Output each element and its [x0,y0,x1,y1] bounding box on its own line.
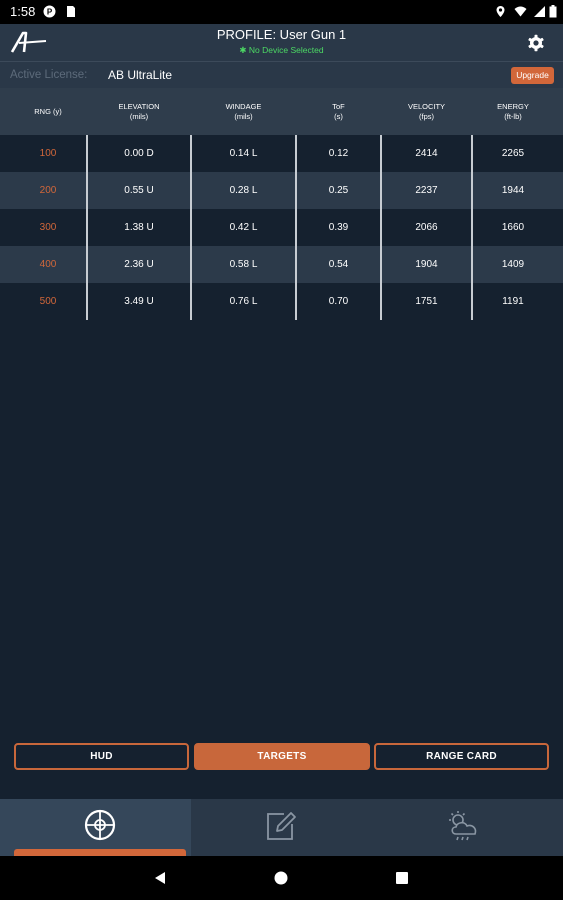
gear-icon[interactable] [527,34,545,52]
table-row[interactable]: 500 3.49 U 0.76 L 0.70 1751 1191 [0,283,563,320]
column-divider [190,135,192,320]
range-cell: 400 [39,259,57,270]
table-row[interactable]: 400 2.36 U 0.58 L 0.54 1904 1409 [0,246,563,283]
hud-button[interactable]: HUD [14,743,189,770]
bottom-nav [0,799,563,856]
nav-tab-solver[interactable] [0,799,191,856]
tof-cell: 0.70 [328,296,349,307]
velocity-cell: 1751 [415,296,438,307]
targets-button[interactable]: TARGETS [194,743,370,770]
app-bar: PROFILE: User Gun 1 ✱ No Device Selected [0,24,563,61]
elevation-cell: 0.00 D [124,148,154,159]
table-header: RNG (y) ELEVATION (mils) WINDAGE (mils) … [0,88,563,135]
range-cell: 300 [39,222,57,233]
crosshair-icon [84,809,116,841]
windage-cell: 0.42 L [229,222,258,233]
tof-cell: 0.25 [328,185,349,196]
nav-tab-weather[interactable] [372,799,563,856]
windage-cell: 0.58 L [229,259,258,270]
elevation-cell: 2.36 U [124,259,154,270]
bluetooth-icon: ✱ [239,45,247,55]
column-divider [86,135,88,320]
energy-cell: 1191 [502,296,524,307]
wifi-icon [514,6,527,17]
column-divider [471,135,473,320]
range-cell: 100 [39,148,57,159]
table-row[interactable]: 200 0.55 U 0.28 L 0.25 2237 1944 [0,172,563,209]
system-nav-bar [0,856,563,900]
header-velocity: VELOCITY (fps) [407,101,446,121]
license-label: Active License: [10,69,88,81]
header-energy: ENERGY (ft-lb) [497,101,529,121]
tof-cell: 0.12 [328,148,349,159]
home-icon[interactable] [274,871,288,885]
header-range: RNG (y) [34,106,62,116]
velocity-cell: 2066 [415,222,438,233]
energy-cell: 1660 [501,222,525,233]
header-windage: WINDAGE (mils) [225,101,262,121]
windage-cell: 0.76 L [229,296,258,307]
tof-cell: 0.39 [328,222,349,233]
energy-cell: 1409 [501,259,525,270]
p-notification-icon: P [43,5,56,18]
windage-cell: 0.28 L [229,185,258,196]
profile-title[interactable]: PROFILE: User Gun 1 [0,27,563,42]
tof-cell: 0.54 [328,259,349,270]
elevation-cell: 0.55 U [124,185,154,196]
edit-icon [267,812,296,840]
velocity-cell: 2237 [415,185,438,196]
velocity-cell: 2414 [415,148,438,159]
weather-icon [449,811,477,841]
license-bar: Active License: AB UltraLite Upgrade [0,61,563,89]
sim-card-icon [67,6,75,17]
table-row[interactable]: 300 1.38 U 0.42 L 0.39 2066 1660 [0,209,563,246]
column-divider [295,135,297,320]
elevation-cell: 3.49 U [124,296,154,307]
active-tab-indicator [14,849,186,856]
license-value: AB UltraLite [108,68,173,82]
back-icon[interactable] [153,871,167,885]
range-card-button[interactable]: RANGE CARD [374,743,549,770]
upgrade-button[interactable]: Upgrade [511,67,554,84]
header-elevation: ELEVATION (mils) [118,101,160,121]
column-divider [380,135,382,320]
device-status: ✱ No Device Selected [0,45,563,56]
range-cell: 500 [39,296,57,307]
windage-cell: 0.14 L [229,148,258,159]
device-status-label: No Device Selected [248,45,324,55]
battery-icon [549,5,557,18]
table-row[interactable]: 100 0.00 D 0.14 L 0.12 2414 2265 [0,135,563,172]
header-tof: ToF (s) [332,101,345,121]
nav-tab-edit[interactable] [191,799,372,856]
location-icon [496,6,505,17]
range-cell: 200 [39,185,57,196]
energy-cell: 1944 [501,185,525,196]
status-time: 1:58 [10,4,36,19]
signal-icon [534,6,545,17]
status-bar: 1:58 P [0,0,563,24]
recents-icon[interactable] [395,871,409,885]
svg-text:P: P [47,8,53,17]
energy-cell: 2265 [501,148,525,159]
velocity-cell: 1904 [415,259,438,270]
elevation-cell: 1.38 U [124,222,154,233]
